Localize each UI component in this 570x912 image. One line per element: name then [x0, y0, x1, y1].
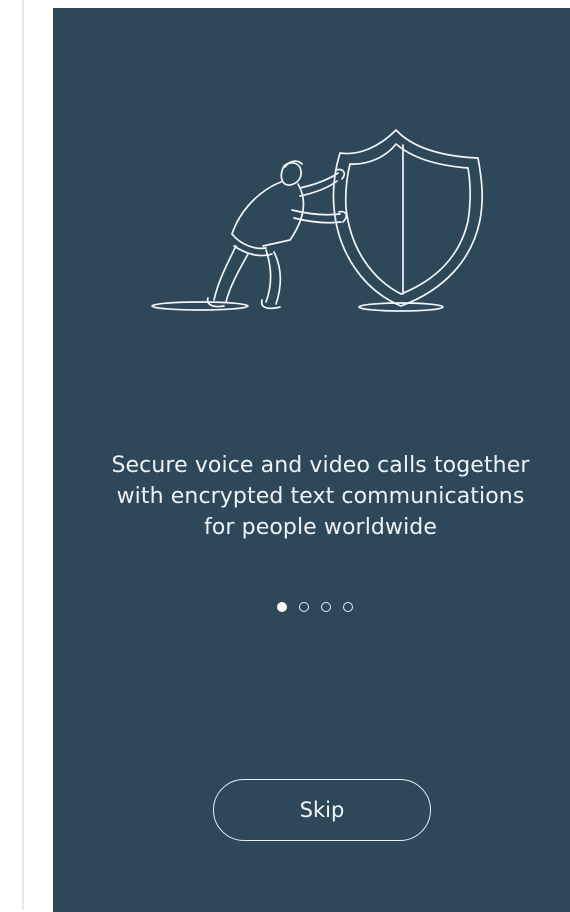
tagline-line-3: for people worldwide [204, 515, 437, 540]
left-edge-divider [22, 0, 24, 910]
person-pushing-shield-icon [151, 129, 484, 312]
onboarding-tagline: Secure voice and video calls together wi… [83, 450, 558, 543]
screen-frame: Secure voice and video calls together wi… [0, 0, 570, 912]
onboarding-screen: Secure voice and video calls together wi… [53, 8, 570, 912]
page-indicator [277, 601, 353, 613]
page-dot-3[interactable] [321, 602, 331, 612]
tagline-line-2: with encrypted text communications [116, 484, 525, 509]
skip-button[interactable]: Skip [213, 779, 431, 841]
page-dot-1[interactable] [277, 602, 287, 612]
page-dot-4[interactable] [343, 602, 353, 612]
page-dot-2[interactable] [299, 602, 309, 612]
tagline-line-1: Secure voice and video calls together [111, 453, 530, 478]
